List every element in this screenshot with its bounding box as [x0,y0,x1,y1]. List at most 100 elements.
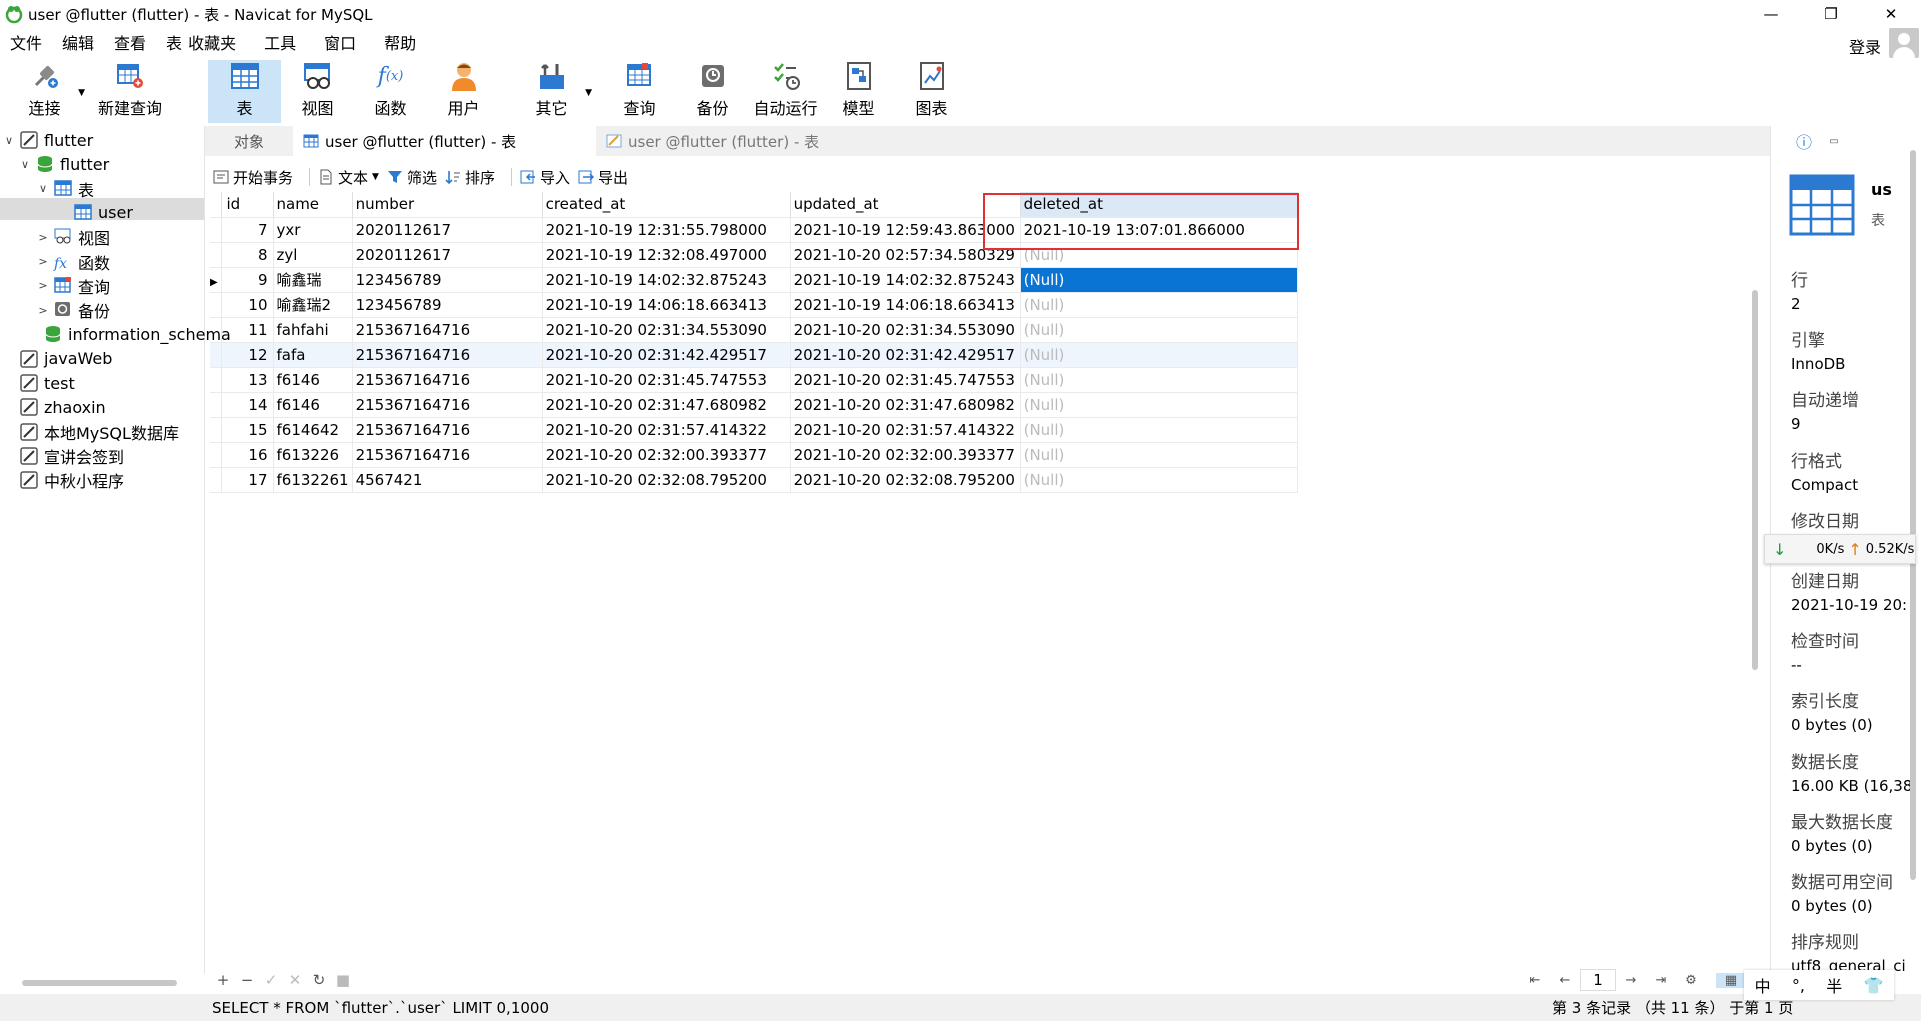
cell-created-at[interactable]: 2021-10-20 02:31:47.680982 [542,392,791,418]
tree-item-本地MySQL数据库[interactable]: 本地MySQL数据库 [2,420,179,444]
model-button[interactable]: 模型 [822,60,895,123]
cell-updated-at[interactable]: 2021-10-20 02:31:42.429517 [790,342,1021,368]
delete-record-button[interactable]: − [235,971,259,989]
gear-icon[interactable]: ⚙ [1676,973,1706,988]
ime-skin-icon[interactable]: 👕 [1863,976,1883,995]
cell-number[interactable]: 215367164716 [352,317,543,343]
close-button[interactable]: ✕ [1861,0,1921,28]
column-header-id[interactable]: id [221,192,274,218]
row-marker[interactable] [210,442,222,468]
cell-name[interactable]: 喻鑫瑞2 [273,292,353,318]
expand-arrow-icon[interactable]: ∨ [36,182,50,195]
cell-name[interactable]: fahfahi [273,317,353,343]
cell-created-at[interactable]: 2021-10-20 02:31:42.429517 [542,342,791,368]
login-link[interactable]: 登录 [1849,34,1881,58]
row-marker[interactable] [210,217,222,243]
table-row[interactable]: 13 f6146 215367164716 2021-10-20 02:31:45.7… [210,367,1298,393]
cell-created-at[interactable]: 2021-10-20 02:31:34.553090 [542,317,791,343]
chevron-down-icon[interactable]: ▼ [585,88,592,98]
column-header-name[interactable]: name [273,192,353,218]
table-row[interactable]: 12 fafa 215367164716 2021-10-20 02:31:42.42… [210,342,1298,368]
row-marker[interactable] [210,342,222,368]
cell-created-at[interactable]: 2021-10-20 02:31:57.414322 [542,417,791,443]
avatar[interactable] [1889,28,1919,58]
chart-button[interactable]: 图表 [895,60,968,123]
tree-horizontal-scrollbar[interactable] [22,980,177,986]
restore-button[interactable]: ❐ [1801,0,1861,28]
tree-item-flutter[interactable]: ∨ flutter [2,128,93,152]
row-marker[interactable] [210,392,222,418]
cell-updated-at[interactable]: 2021-10-20 02:32:08.795200 [790,467,1021,493]
cell-id[interactable]: 16 [221,442,274,468]
connect-button[interactable]: 连接 ▼ [8,60,85,123]
table-row[interactable]: ▶ 9 喻鑫瑞 123456789 2021-10-19 14:02:32.875243… [210,267,1298,293]
menu-help[interactable]: 帮助 [374,28,426,60]
menu-tools[interactable]: 工具 [254,28,306,60]
column-header-created-at[interactable]: created_at [542,192,791,218]
cell-name[interactable]: fafa [273,342,353,368]
cell-updated-at[interactable]: 2021-10-19 14:02:32.875243 [790,267,1021,293]
last-page-icon[interactable]: ⇥ [1646,973,1676,988]
row-marker[interactable] [210,367,222,393]
row-marker[interactable] [210,317,222,343]
tab-user-table[interactable]: user @flutter (flutter) - 表 [293,126,596,156]
cell-created-at[interactable]: 2021-10-19 14:06:18.663413 [542,292,791,318]
cell-deleted-at[interactable]: (Null) [1020,467,1298,493]
cell-id[interactable]: 15 [221,417,274,443]
cell-updated-at[interactable]: 2021-10-20 02:31:47.680982 [790,392,1021,418]
cell-id[interactable]: 10 [221,292,274,318]
export-button[interactable]: 导出 [578,167,628,188]
cell-created-at[interactable]: 2021-10-19 14:02:32.875243 [542,267,791,293]
cell-id[interactable]: 7 [221,217,274,243]
ime-punctuation[interactable]: °, [1792,976,1805,995]
cell-updated-at[interactable]: 2021-10-20 02:31:34.553090 [790,317,1021,343]
collapse-arrow-icon[interactable]: > [36,304,50,317]
cell-number[interactable]: 2020112617 [352,242,543,268]
tree-item-函数[interactable]: > fx 函数 [36,250,110,274]
cell-number[interactable]: 215367164716 [352,417,543,443]
tree-item-user[interactable]: user [56,201,133,225]
menu-favorites[interactable]: 收藏夹 [184,28,246,60]
tab-user-table-2[interactable]: user @flutter (flutter) - 表 [596,126,899,156]
cell-number[interactable]: 215367164716 [352,442,543,468]
tree-item-zhaoxin[interactable]: zhaoxin [2,395,106,419]
backup-button[interactable]: 备份 [676,60,749,123]
menu-table[interactable]: 表 [156,28,184,60]
cell-created-at[interactable]: 2021-10-20 02:32:08.795200 [542,467,791,493]
expand-arrow-icon[interactable]: ∨ [18,158,32,171]
menu-window[interactable]: 窗口 [314,28,366,60]
tree-item-表[interactable]: ∨ 表 [36,177,94,201]
next-page-icon[interactable]: → [1616,973,1646,988]
cell-name[interactable]: f6146 [273,392,353,418]
begin-transaction-button[interactable]: 开始事务 [213,167,293,188]
table-row[interactable]: 14 f6146 215367164716 2021-10-20 02:31:47.6… [210,392,1298,418]
cell-number[interactable]: 123456789 [352,267,543,293]
tree-item-备份[interactable]: > 备份 [36,298,110,322]
cell-updated-at[interactable]: 2021-10-20 02:31:57.414322 [790,417,1021,443]
cell-id[interactable]: 17 [221,467,274,493]
table-row[interactable]: 15 f614642 215367164716 2021-10-20 02:31:57… [210,417,1298,443]
menu-file[interactable]: 文件 [0,28,52,60]
current-row-indicator-icon[interactable]: ▶ [210,267,222,293]
tab-objects[interactable]: 对象 [205,126,293,156]
cell-id[interactable]: 11 [221,317,274,343]
row-marker[interactable] [210,242,222,268]
cell-number[interactable]: 215367164716 [352,342,543,368]
tree-item-flutter[interactable]: ∨ flutter [18,152,109,176]
cell-id[interactable]: 12 [221,342,274,368]
cell-id[interactable]: 8 [221,242,274,268]
ime-chinese-mode[interactable]: 中 [1755,973,1771,997]
collapse-arrow-icon[interactable]: > [36,279,50,292]
cell-created-at[interactable]: 2021-10-19 12:31:55.798000 [542,217,791,243]
cell-deleted-at[interactable]: (Null) [1020,392,1298,418]
grid-view-icon[interactable]: ▦ [1716,972,1746,988]
cell-created-at[interactable]: 2021-10-20 02:31:45.747553 [542,367,791,393]
cell-number[interactable]: 123456789 [352,292,543,318]
tree-item-javaWeb[interactable]: javaWeb [2,347,112,371]
table-row[interactable]: 10 喻鑫瑞2 123456789 2021-10-19 14:06:18.66341… [210,292,1298,318]
grid-vertical-scrollbar[interactable] [1752,290,1758,670]
column-header-number[interactable]: number [352,192,543,218]
cell-name[interactable]: f6132261 [273,467,353,493]
collapse-arrow-icon[interactable]: > [36,231,50,244]
cell-name[interactable]: f613226 [273,442,353,468]
